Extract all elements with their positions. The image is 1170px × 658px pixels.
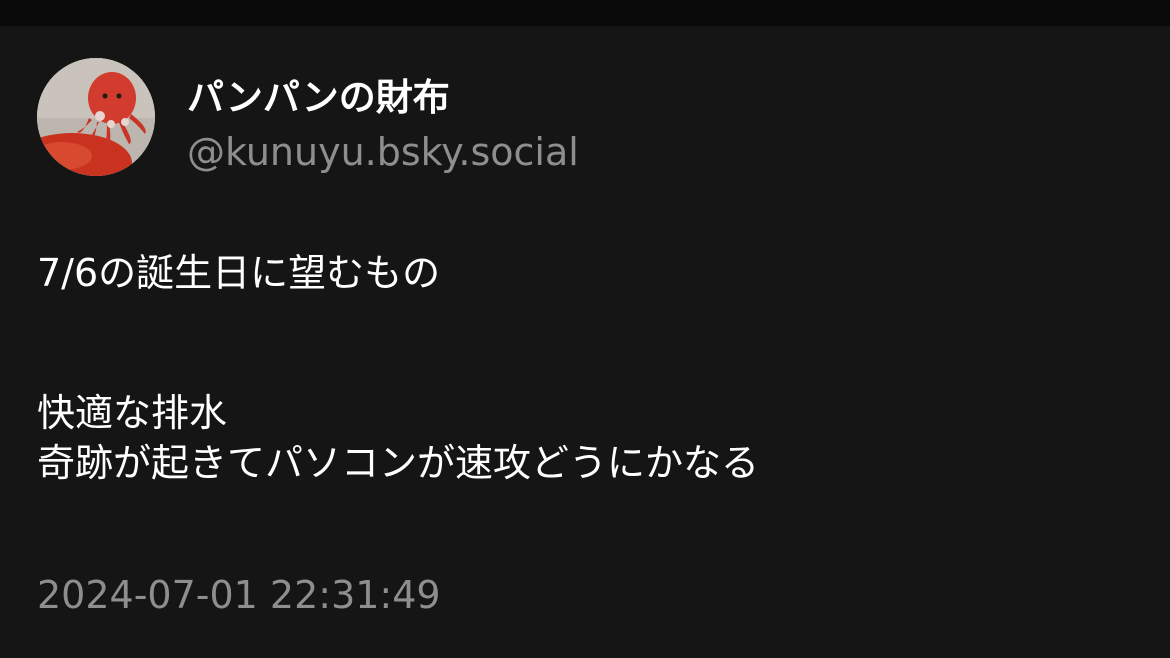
top-bar	[0, 0, 1170, 26]
octopus-plush-image	[37, 58, 155, 176]
author-avatar[interactable]	[37, 58, 155, 176]
post-card: パンパンの財布 @kunuyu.bsky.social 7/6の誕生日に望むもの…	[0, 26, 1170, 658]
author-handle[interactable]: @kunuyu.bsky.social	[187, 129, 579, 175]
post-timestamp[interactable]: 2024-07-01 22:31:49	[37, 572, 441, 618]
post-line: 7/6の誕生日に望むもの	[37, 251, 441, 295]
post-line: 奇跡が起きてパソコンが速攻どうにかなる	[37, 441, 760, 485]
author-display-name[interactable]: パンパンの財布	[187, 76, 450, 120]
post-text: 7/6の誕生日に望むもの 快適な排水 奇跡が起きてパソコンが速攻どうにかなる	[37, 248, 1137, 488]
post-blank-line	[37, 298, 1137, 388]
post-line: 快適な排水	[37, 391, 228, 435]
